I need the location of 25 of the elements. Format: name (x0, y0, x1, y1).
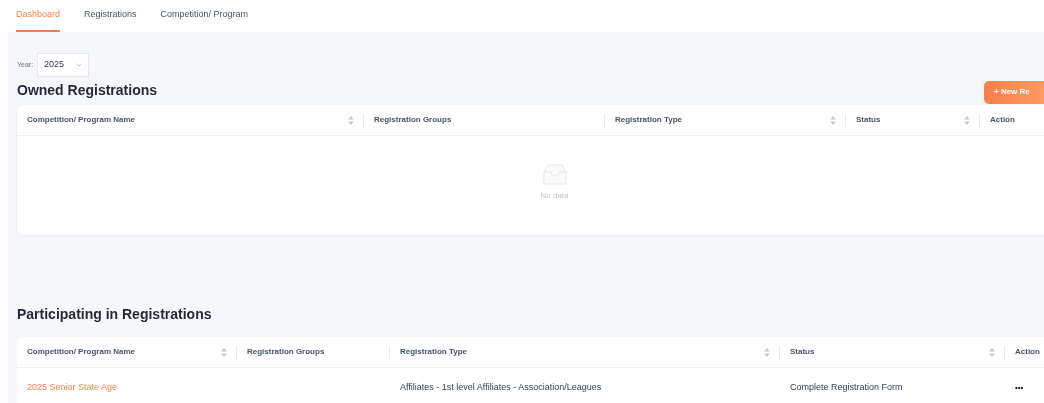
nav-tab[interactable]: Registrations (84, 0, 137, 32)
year-dropdown[interactable]: 2025 (37, 53, 90, 77)
column-header[interactable]: Registration Type (605, 105, 846, 135)
sort-icon[interactable] (964, 115, 970, 125)
table-cell: Complete Registration Form (790, 382, 903, 392)
sort-icon[interactable] (764, 347, 770, 357)
more-actions-button[interactable]: ••• (1015, 382, 1024, 394)
sort-icon[interactable] (989, 347, 995, 357)
section-title: Owned Registrations (17, 80, 158, 100)
section-title: Participating in Registrations (17, 305, 213, 324)
nav-tab[interactable]: Competition/ Program (160, 0, 249, 32)
column-header: Action (989, 114, 1016, 126)
column-header: Registration Groups (364, 105, 605, 135)
sort-icon[interactable] (221, 347, 227, 357)
table-cell: Affiliates - 1st level Affiliates - Association/Leagues (400, 382, 602, 392)
column-header[interactable]: Competition/ Program Name (17, 105, 364, 135)
chevron-down-icon (76, 63, 83, 67)
column-header: Registration Groups (237, 337, 390, 367)
sort-icon[interactable] (348, 115, 354, 125)
column-header: Action (1014, 346, 1041, 358)
column-header[interactable]: Status (846, 105, 980, 135)
column-header[interactable]: Competition/ Program Name (17, 337, 237, 367)
sort-icon[interactable] (830, 115, 836, 125)
column-header[interactable]: Status (780, 337, 1005, 367)
column-header[interactable]: Registration Type (390, 337, 780, 367)
